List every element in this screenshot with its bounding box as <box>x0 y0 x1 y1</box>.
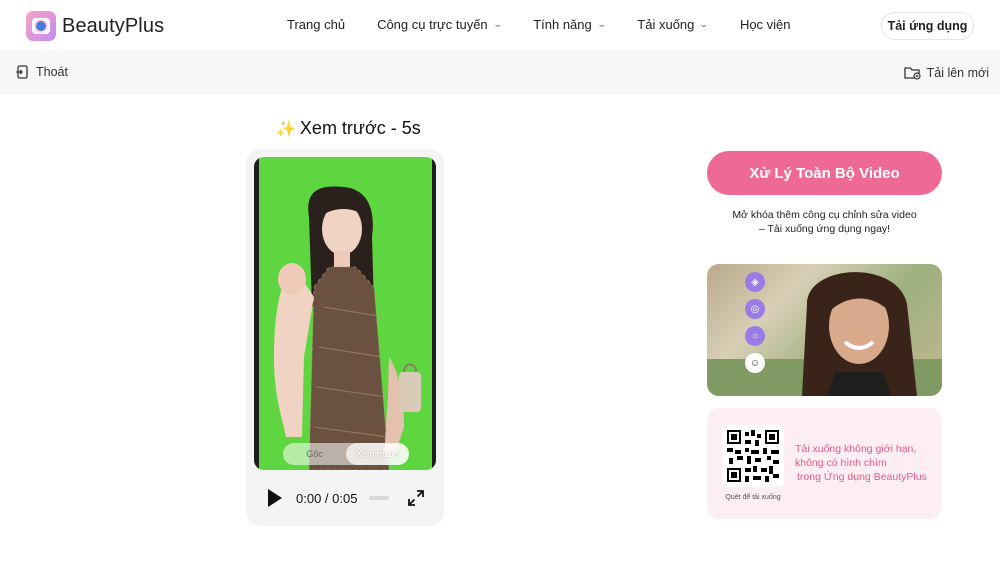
qr-caption: Quét để tải xuống <box>725 494 781 501</box>
chevron-down-icon: ⌄ <box>699 19 710 29</box>
fullscreen-icon[interactable] <box>408 490 424 506</box>
playback-time: 0:00 / 0:05 <box>296 490 358 506</box>
editor-toolbar: Thoát Tải lên mới <box>0 50 1000 95</box>
nav-item-features[interactable]: Tính năng ⌄ <box>533 17 607 32</box>
editing-tools: ◈ ◎ ○ ☺ <box>745 272 765 380</box>
filter-tool-icon: ○ <box>745 326 765 346</box>
download-app-button[interactable]: Tải ứng dụng <box>881 12 974 40</box>
player-controls: 0:00 / 0:05 <box>268 487 428 509</box>
qr-download-card: Quét để tải xuống Tải xuống không giới h… <box>707 408 942 519</box>
video-preview[interactable] <box>254 157 436 470</box>
nav-label: Trang chủ <box>287 17 346 32</box>
nav-label: Công cụ trực tuyến <box>377 17 488 32</box>
nav-label: Học viện <box>739 17 791 32</box>
qr-promo-text: Tải xuống không giới hạn, không có hình … <box>795 442 927 484</box>
qr-text-line: trong Ứng dụng BeautyPlus <box>797 471 927 483</box>
smooth-tool-icon: ◎ <box>745 299 765 319</box>
brand-logo[interactable]: BeautyPlus <box>26 11 164 41</box>
qr-text-line: không có hình chìm <box>795 457 887 469</box>
exit-label: Thoát <box>36 65 68 79</box>
play-icon[interactable] <box>268 489 282 507</box>
app-promo-image: ◈ ◎ ○ ☺ <box>707 264 942 396</box>
sparkle-icon: ✨ <box>276 120 296 138</box>
nav-label: Tính năng <box>533 17 592 32</box>
promo-line-2: – Tải xuống ứng dụng ngay! <box>758 223 891 235</box>
nav-item-home[interactable]: Trang chủ <box>287 17 345 32</box>
nav-item-download[interactable]: Tải xuống ⌄ <box>637 17 710 32</box>
toggle-preview[interactable]: Xem trước <box>346 443 409 465</box>
camera-logo-icon <box>26 11 56 41</box>
process-full-video-button[interactable]: Xử Lý Toàn Bộ Video <box>707 151 942 195</box>
upload-new-button[interactable]: Tải lên mới <box>903 65 989 80</box>
app-promo-text: Mở khóa thêm công cụ chỉnh sửa video – T… <box>707 208 942 236</box>
nav-item-online-tools[interactable]: Công cụ trực tuyến ⌄ <box>377 17 503 32</box>
top-navigation: BeautyPlus Trang chủ Công cụ trực tuyến ⌄… <box>0 0 1000 50</box>
preview-title: ✨ Xem trước - 5s <box>276 118 421 139</box>
upload-label: Tải lên mới <box>926 65 989 80</box>
nav-menu: Trang chủ Công cụ trực tuyến ⌄ Tính năng ⌄… <box>287 17 823 32</box>
face-tool-icon: ☺ <box>745 353 765 373</box>
promo-line-1: Mở khóa thêm công cụ chỉnh sửa video <box>732 209 917 221</box>
exit-button[interactable]: Thoát <box>15 65 68 79</box>
nav-item-academy[interactable]: Học viện <box>740 17 791 32</box>
folder-upload-icon <box>903 67 921 80</box>
exit-icon <box>16 65 28 79</box>
retouch-tool-icon: ◈ <box>745 272 765 292</box>
preview-title-text: Xem trước - 5s <box>299 118 421 138</box>
chevron-down-icon: ⌄ <box>596 19 607 29</box>
nav-label: Tải xuống <box>637 17 695 32</box>
brand-name: BeautyPlus <box>62 14 165 37</box>
seek-bar[interactable] <box>369 496 390 500</box>
toggle-original[interactable]: Gốc <box>283 443 346 465</box>
before-after-toggle[interactable]: Gốc Xem trước <box>283 443 409 465</box>
qr-code[interactable] <box>722 425 784 487</box>
qr-text-line: Tải xuống không giới hạn, <box>795 443 917 455</box>
smiling-woman-image <box>707 272 942 396</box>
qr-code-icon <box>727 430 779 482</box>
chevron-down-icon: ⌄ <box>492 19 503 29</box>
person-figure-image <box>274 186 421 470</box>
